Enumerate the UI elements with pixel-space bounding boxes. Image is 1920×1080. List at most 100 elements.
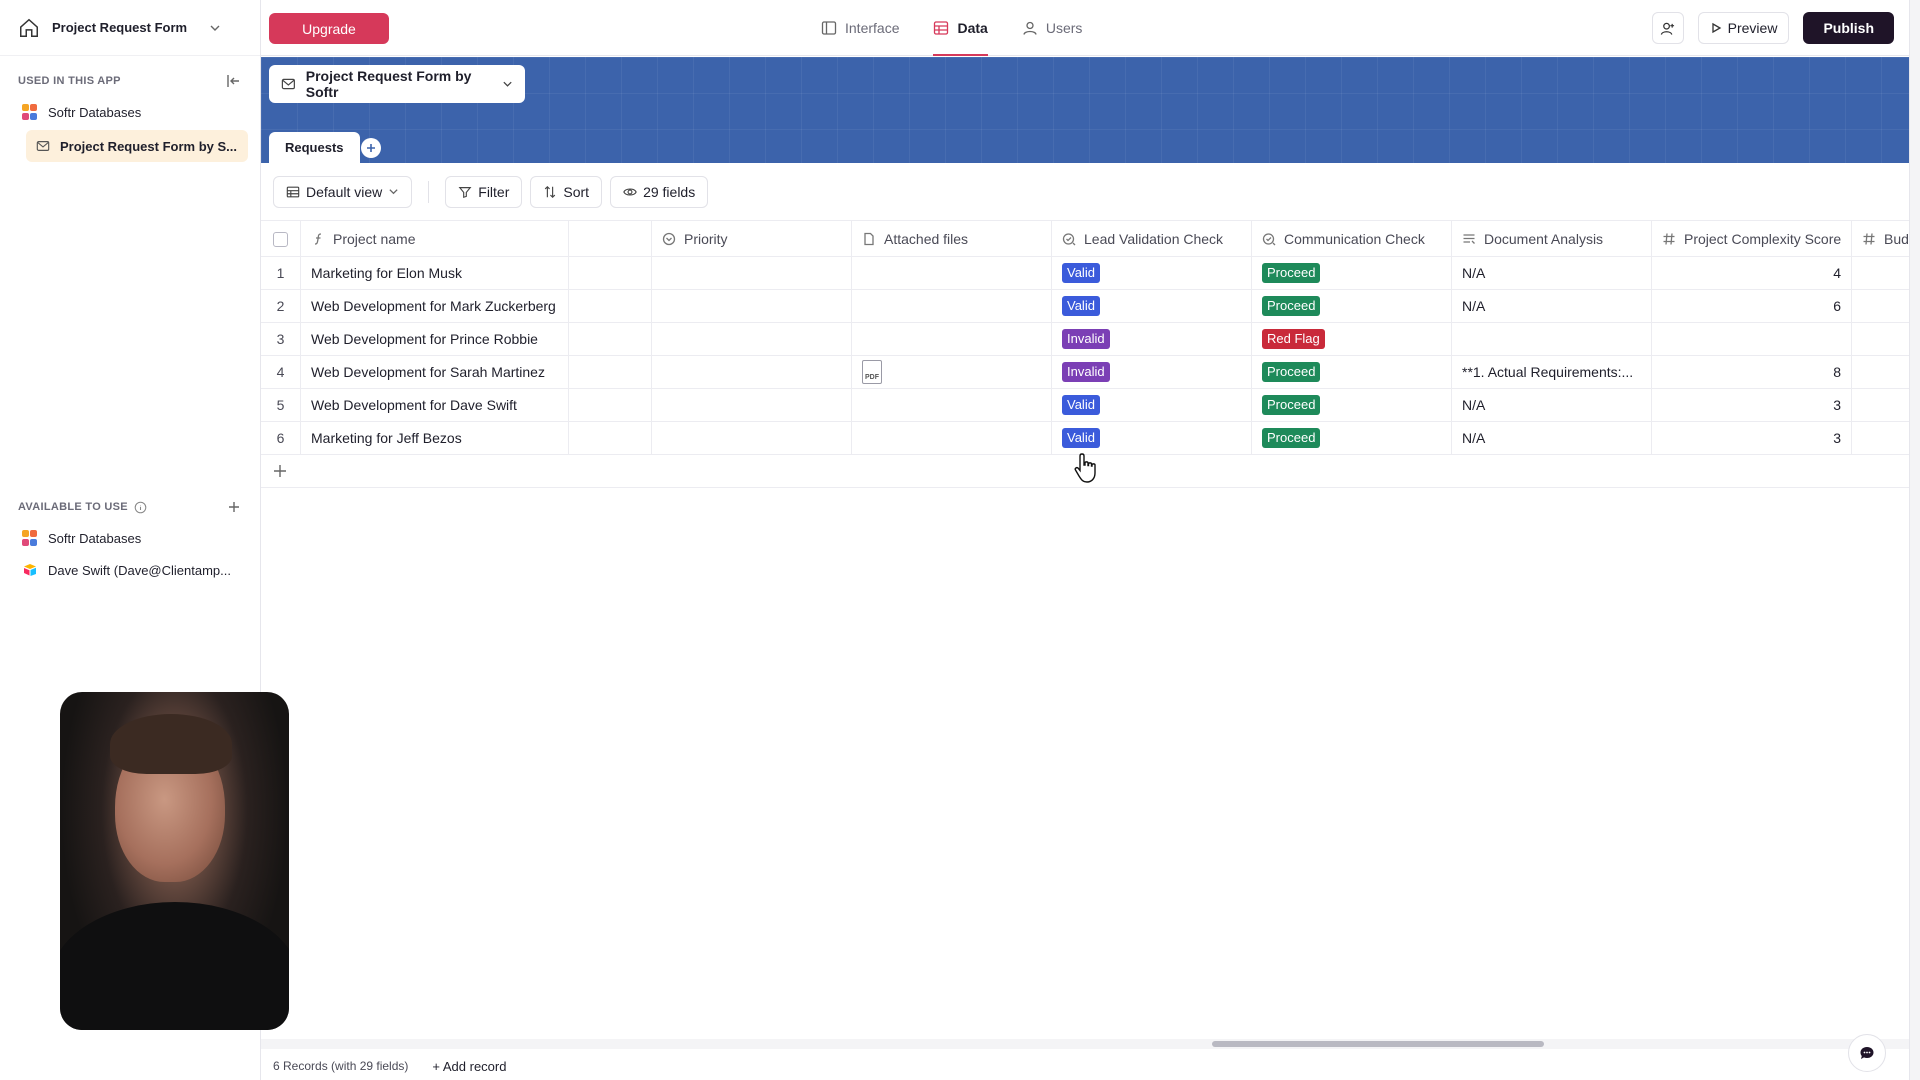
blank-cell[interactable] — [569, 422, 652, 454]
attached-files-cell[interactable] — [852, 323, 1052, 355]
budget-cell[interactable] — [1852, 323, 1909, 355]
table-row[interactable]: 2 Web Development for Mark Zuckerberg Vali… — [261, 290, 1909, 323]
document-analysis-cell[interactable] — [1452, 323, 1652, 355]
project-name-cell[interactable]: Marketing for Elon Musk — [301, 257, 569, 289]
column-header-project-name[interactable]: Project name — [301, 221, 569, 257]
tab-users[interactable]: Users — [1022, 0, 1082, 56]
sidebar-item-softr-databases[interactable]: Softr Databases — [0, 96, 260, 128]
project-name-cell[interactable]: Web Development for Prince Robbie — [301, 323, 569, 355]
invite-user-button[interactable] — [1651, 12, 1684, 44]
lead-validation-cell[interactable]: Invalid — [1052, 323, 1252, 355]
document-analysis-cell[interactable]: N/A — [1452, 389, 1652, 421]
sort-button[interactable]: Sort — [530, 175, 603, 208]
priority-cell[interactable] — [652, 290, 852, 322]
add-table-button[interactable] — [361, 138, 381, 158]
fields-button[interactable]: 29 fields — [610, 175, 709, 208]
horizontal-scrollbar-track[interactable] — [261, 1039, 1909, 1049]
priority-cell[interactable] — [652, 422, 852, 454]
column-header-document-analysis[interactable]: Document Analysis — [1452, 221, 1652, 257]
complexity-score-cell[interactable]: 3 — [1652, 389, 1852, 421]
project-name-cell[interactable]: Web Development for Sarah Martinez — [301, 356, 569, 388]
communication-check-cell[interactable]: Proceed — [1252, 356, 1452, 388]
column-header-lead-validation[interactable]: Lead Validation Check — [1052, 221, 1252, 257]
chat-support-button[interactable] — [1848, 1034, 1886, 1072]
lead-validation-cell[interactable]: Valid — [1052, 257, 1252, 289]
pdf-file-icon[interactable]: PDF — [862, 360, 882, 384]
project-name-cell[interactable]: Web Development for Dave Swift — [301, 389, 569, 421]
table-row[interactable]: 5 Web Development for Dave Swift Valid Proc… — [261, 389, 1909, 422]
communication-check-cell[interactable]: Proceed — [1252, 389, 1452, 421]
budget-cell[interactable] — [1852, 290, 1909, 322]
document-analysis-cell[interactable]: N/A — [1452, 422, 1652, 454]
blank-cell[interactable] — [569, 257, 652, 289]
complexity-score-cell[interactable]: 6 — [1652, 290, 1852, 322]
horizontal-scrollbar-thumb[interactable] — [1212, 1041, 1544, 1047]
document-analysis-cell[interactable]: N/A — [1452, 257, 1652, 289]
blank-cell[interactable] — [569, 290, 652, 322]
priority-cell[interactable] — [652, 257, 852, 289]
vertical-scrollbar[interactable] — [1909, 0, 1920, 1080]
document-analysis-cell[interactable]: N/A — [1452, 290, 1652, 322]
table-row[interactable]: 4 Web Development for Sarah Martinez PDF In… — [261, 356, 1909, 389]
app-name[interactable]: Project Request Form — [52, 20, 187, 35]
complexity-score-cell[interactable]: 3 — [1652, 422, 1852, 454]
attached-files-cell[interactable]: PDF — [852, 356, 1052, 388]
communication-check-cell[interactable]: Proceed — [1252, 290, 1452, 322]
table-picker[interactable]: Project Request Form by Softr — [269, 65, 525, 103]
blank-cell[interactable] — [569, 356, 652, 388]
collapse-sidebar-icon[interactable] — [226, 73, 242, 89]
filter-button[interactable]: Filter — [445, 175, 523, 208]
communication-check-cell[interactable]: Proceed — [1252, 257, 1452, 289]
column-header-priority[interactable]: Priority — [652, 221, 852, 257]
budget-cell[interactable] — [1852, 257, 1909, 289]
column-header-complexity-score[interactable]: Project Complexity Score — [1652, 221, 1852, 257]
chevron-down-icon[interactable] — [209, 22, 221, 34]
tab-requests[interactable]: Requests — [269, 132, 360, 163]
tab-interface[interactable]: Interface — [821, 0, 899, 56]
sidebar-item-project-request-form[interactable]: Project Request Form by S... — [26, 130, 248, 162]
priority-cell[interactable] — [652, 356, 852, 388]
project-name-cell[interactable]: Marketing for Jeff Bezos — [301, 422, 569, 454]
publish-button[interactable]: Publish — [1803, 12, 1894, 44]
budget-cell[interactable] — [1852, 422, 1909, 454]
info-icon[interactable] — [134, 501, 147, 514]
preview-button[interactable]: Preview — [1697, 12, 1790, 44]
communication-check-cell[interactable]: Proceed — [1252, 422, 1452, 454]
attached-files-cell[interactable] — [852, 290, 1052, 322]
blank-cell[interactable] — [569, 323, 652, 355]
view-selector[interactable]: Default view — [273, 175, 413, 208]
attached-files-cell[interactable] — [852, 389, 1052, 421]
lead-validation-cell[interactable]: Valid — [1052, 422, 1252, 454]
budget-cell[interactable] — [1852, 356, 1909, 388]
lead-validation-cell[interactable]: Invalid — [1052, 356, 1252, 388]
communication-check-cell[interactable]: Red Flag — [1252, 323, 1452, 355]
complexity-score-cell[interactable]: 8 — [1652, 356, 1852, 388]
select-all-cell[interactable] — [261, 221, 301, 257]
app-switcher[interactable]: Project Request Form — [0, 0, 260, 56]
tab-data[interactable]: Data — [933, 0, 989, 56]
attached-files-cell[interactable] — [852, 257, 1052, 289]
column-header-communication-check[interactable]: Communication Check — [1252, 221, 1452, 257]
table-row[interactable]: 6 Marketing for Jeff Bezos Valid Proceed N/A… — [261, 422, 1909, 455]
column-header-attached-files[interactable]: Attached files — [852, 221, 1052, 257]
upgrade-button[interactable]: Upgrade — [269, 13, 389, 44]
project-name-cell[interactable]: Web Development for Mark Zuckerberg — [301, 290, 569, 322]
document-analysis-cell[interactable]: **1. Actual Requirements:... — [1452, 356, 1652, 388]
select-all-checkbox[interactable] — [273, 231, 288, 247]
column-header-blank[interactable] — [569, 221, 652, 257]
add-record-button[interactable]: + Add record — [432, 1059, 506, 1074]
complexity-score-cell[interactable]: 4 — [1652, 257, 1852, 289]
table-row[interactable]: 3 Web Development for Prince Robbie Invali… — [261, 323, 1909, 356]
lead-validation-cell[interactable]: Valid — [1052, 389, 1252, 421]
budget-cell[interactable] — [1852, 389, 1909, 421]
priority-cell[interactable] — [652, 323, 852, 355]
add-source-icon[interactable] — [226, 499, 242, 515]
sidebar-item-airtable-source[interactable]: Dave Swift (Dave@Clientamp... — [0, 554, 260, 586]
priority-cell[interactable] — [652, 389, 852, 421]
complexity-score-cell[interactable] — [1652, 323, 1852, 355]
home-icon[interactable] — [18, 17, 40, 39]
table-row[interactable]: 1 Marketing for Elon Musk Valid Proceed N/A 4 — [261, 257, 1909, 290]
column-header-budget[interactable]: Bud — [1852, 221, 1909, 257]
attached-files-cell[interactable] — [852, 422, 1052, 454]
sidebar-item-available-softr-databases[interactable]: Softr Databases — [0, 522, 260, 554]
